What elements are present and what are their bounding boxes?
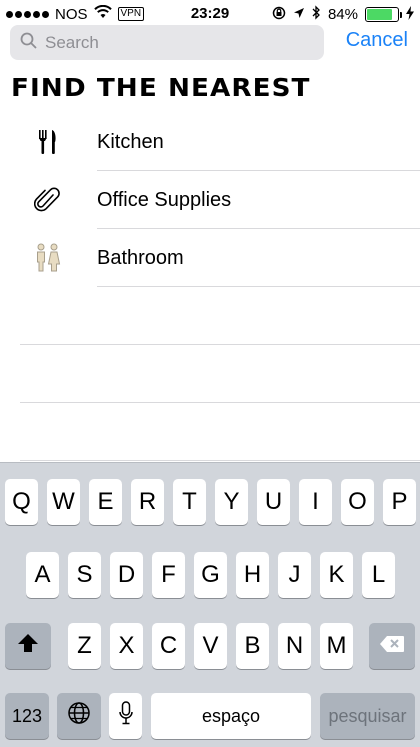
key-k[interactable]: K: [320, 552, 353, 598]
globe-key[interactable]: [57, 693, 101, 739]
fork-knife-icon: [30, 127, 66, 157]
search-field[interactable]: [10, 25, 324, 60]
battery-icon: [365, 7, 402, 22]
search-icon: [20, 32, 37, 54]
keyboard: Q W E R T Y U I O P A S D F G H J K L Z …: [0, 462, 420, 747]
microphone-icon: [118, 700, 133, 732]
key-q[interactable]: Q: [5, 479, 38, 525]
status-bar: NOS VPN 23:29 84%: [0, 0, 420, 28]
key-m[interactable]: M: [320, 623, 353, 669]
key-y[interactable]: Y: [215, 479, 248, 525]
list-item-office-supplies[interactable]: Office Supplies: [0, 171, 420, 229]
key-f[interactable]: F: [152, 552, 185, 598]
rotation-lock-icon: [272, 6, 286, 24]
globe-icon: [67, 701, 91, 732]
key-x[interactable]: X: [110, 623, 143, 669]
key-u[interactable]: U: [257, 479, 290, 525]
empty-row-divider: [20, 460, 420, 461]
shift-icon: [17, 632, 39, 660]
divider: [97, 286, 420, 287]
key-t[interactable]: T: [173, 479, 206, 525]
key-z[interactable]: Z: [68, 623, 101, 669]
cancel-button[interactable]: Cancel: [346, 29, 408, 52]
shift-key[interactable]: [5, 623, 51, 669]
battery-percent: 84%: [327, 6, 358, 23]
restroom-icon: [30, 243, 66, 273]
key-o[interactable]: O: [341, 479, 374, 525]
status-right: 84%: [272, 5, 414, 24]
battery-fill: [367, 9, 393, 20]
delete-icon: [379, 632, 405, 660]
key-h[interactable]: H: [236, 552, 269, 598]
numbers-key[interactable]: 123: [5, 693, 49, 739]
empty-row-divider: [20, 344, 420, 345]
paperclip-icon: [30, 185, 66, 215]
key-j[interactable]: J: [278, 552, 311, 598]
list-item-label: Bathroom: [97, 247, 184, 269]
list-item-kitchen[interactable]: Kitchen: [0, 113, 420, 171]
key-s[interactable]: S: [68, 552, 101, 598]
page-title: FIND THE NEAREST: [11, 73, 311, 102]
charging-icon: [406, 5, 414, 24]
bluetooth-icon: [312, 5, 321, 24]
location-list: Kitchen Office Supplies Bathroom: [0, 113, 420, 287]
list-item-label: Kitchen: [97, 131, 164, 153]
search-key[interactable]: pesquisar: [320, 693, 415, 739]
list-item-bathroom[interactable]: Bathroom: [0, 229, 420, 287]
search-input[interactable]: [45, 32, 295, 53]
key-i[interactable]: I: [299, 479, 332, 525]
space-key[interactable]: espaço: [151, 693, 311, 739]
key-b[interactable]: B: [236, 623, 269, 669]
key-d[interactable]: D: [110, 552, 143, 598]
key-v[interactable]: V: [194, 623, 227, 669]
key-w[interactable]: W: [47, 479, 80, 525]
list-item-label: Office Supplies: [97, 189, 232, 211]
key-a[interactable]: A: [26, 552, 59, 598]
delete-key[interactable]: [369, 623, 415, 669]
empty-row-divider: [20, 402, 420, 403]
key-c[interactable]: C: [152, 623, 185, 669]
key-g[interactable]: G: [194, 552, 227, 598]
key-p[interactable]: P: [383, 479, 416, 525]
key-e[interactable]: E: [89, 479, 122, 525]
dictation-key[interactable]: [109, 693, 142, 739]
key-n[interactable]: N: [278, 623, 311, 669]
location-icon: [293, 6, 305, 23]
key-r[interactable]: R: [131, 479, 164, 525]
key-l[interactable]: L: [362, 552, 395, 598]
